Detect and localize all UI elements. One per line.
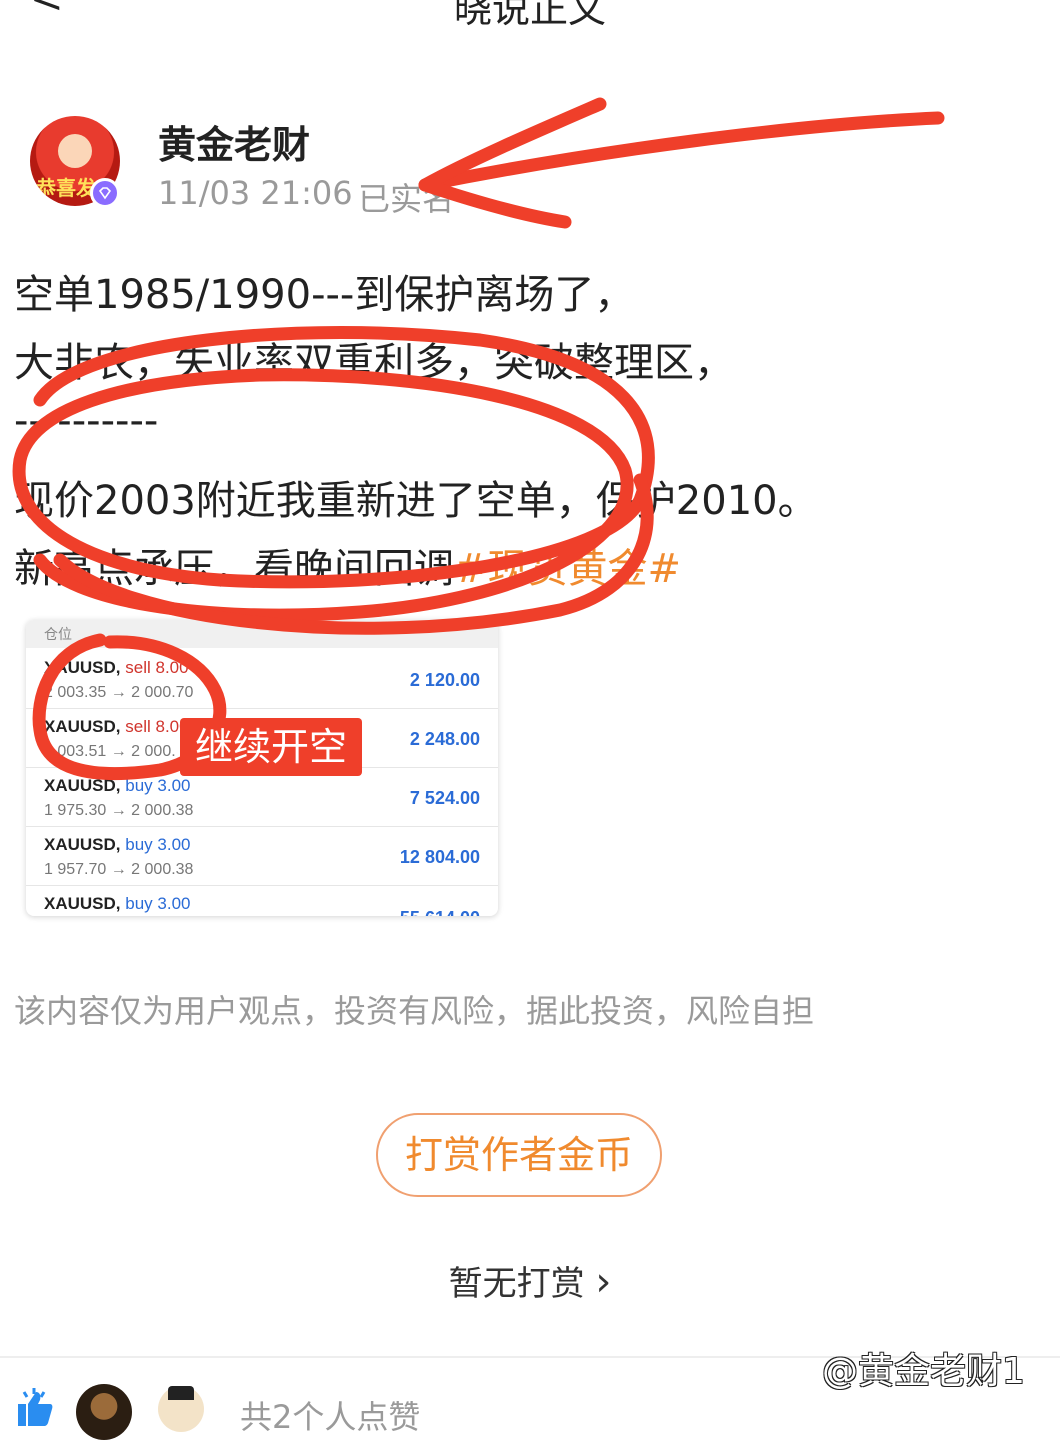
position-row: XAUUSD, buy 3.00 1 975.30 → 2 000.38 7 5… bbox=[26, 768, 498, 827]
hashtag-link[interactable]: #现货黄金# bbox=[454, 546, 681, 592]
position-symbol: XAUUSD, buy 3.00 bbox=[44, 894, 191, 913]
position-prices: 2 003.35 → 2 000.70 bbox=[44, 684, 194, 701]
reward-author-button[interactable]: 打赏作者金币 bbox=[376, 1113, 662, 1197]
positions-header-label: 仓位 bbox=[44, 627, 72, 643]
post-line-3: ---------- bbox=[14, 398, 159, 444]
position-row: XAUUSD, sell 8.00 2 003.35 → 2 000.70 2 … bbox=[26, 650, 498, 709]
post-line-4: 现价2003附近我重新进了空单，保护2010。 bbox=[14, 478, 818, 524]
position-profit: 55 614.00 bbox=[400, 908, 480, 916]
position-symbol: XAUUSD, sell 8.00 bbox=[44, 658, 189, 677]
avatar-face bbox=[58, 134, 92, 168]
avatar-caption: 恭喜发 bbox=[36, 176, 96, 200]
post-line-5-text: 新高点承压，看晚间回调 bbox=[14, 546, 454, 592]
verified-label: 已实名 bbox=[358, 180, 455, 218]
position-profit: 2 120.00 bbox=[409, 670, 480, 690]
arrow-shaft bbox=[418, 111, 945, 192]
liker-avatar-hat bbox=[168, 1386, 194, 1400]
like-icon[interactable] bbox=[14, 1388, 54, 1428]
verified-badge-icon bbox=[90, 178, 120, 208]
position-symbol: XAUUSD, sell 8.00 bbox=[44, 717, 189, 736]
position-symbol: XAUUSD, buy 3.00 bbox=[44, 776, 191, 795]
position-profit: 2 248.00 bbox=[409, 729, 480, 749]
position-prices: 1 957.70 → 2 000.38 bbox=[44, 861, 194, 878]
position-profit: 12 804.00 bbox=[399, 847, 480, 867]
annotation-label: 继续开空 bbox=[180, 718, 362, 776]
reward-status-text: 暂无打赏 bbox=[448, 1264, 585, 1304]
position-row: XAUUSD, buy 3.00 1 957.70 → 2 000.38 12 … bbox=[26, 827, 498, 886]
positions-header: 仓位 bbox=[26, 620, 498, 648]
page-title: 晓说正文 bbox=[453, 0, 606, 31]
reward-status-link[interactable]: 暂无打赏 › bbox=[0, 1256, 1060, 1305]
chevron-right-icon: › bbox=[595, 1259, 612, 1305]
position-symbol: XAUUSD, buy 3.00 bbox=[44, 835, 191, 854]
position-profit: 7 524.00 bbox=[409, 788, 480, 808]
author-name[interactable]: 黄金老财 bbox=[158, 114, 310, 169]
position-prices: 2 003.51 → 2 000. bbox=[44, 743, 176, 760]
likes-count[interactable]: 共2个人点赞 bbox=[240, 1392, 420, 1438]
watermark: @黄金老财1 bbox=[822, 1351, 1025, 1392]
position-prices: 1 975.30 → 2 000.38 bbox=[44, 802, 194, 819]
position-row: XAUUSD, buy 3.00 55 614.00 bbox=[26, 886, 498, 916]
liker-avatar[interactable] bbox=[76, 1384, 132, 1440]
post-line-5: 新高点承压，看晚间回调#现货黄金# bbox=[14, 536, 681, 594]
post-line-2: 大非农，失业率双重利多，突破整理区， bbox=[14, 340, 734, 386]
post-line-1: 空单1985/1990---到保护离场了， bbox=[14, 272, 635, 318]
risk-disclaimer: 该内容仅为用户观点，投资有风险，据此投资，风险自担 bbox=[14, 992, 815, 1030]
post-time: 11/03 21:06 bbox=[158, 174, 353, 212]
